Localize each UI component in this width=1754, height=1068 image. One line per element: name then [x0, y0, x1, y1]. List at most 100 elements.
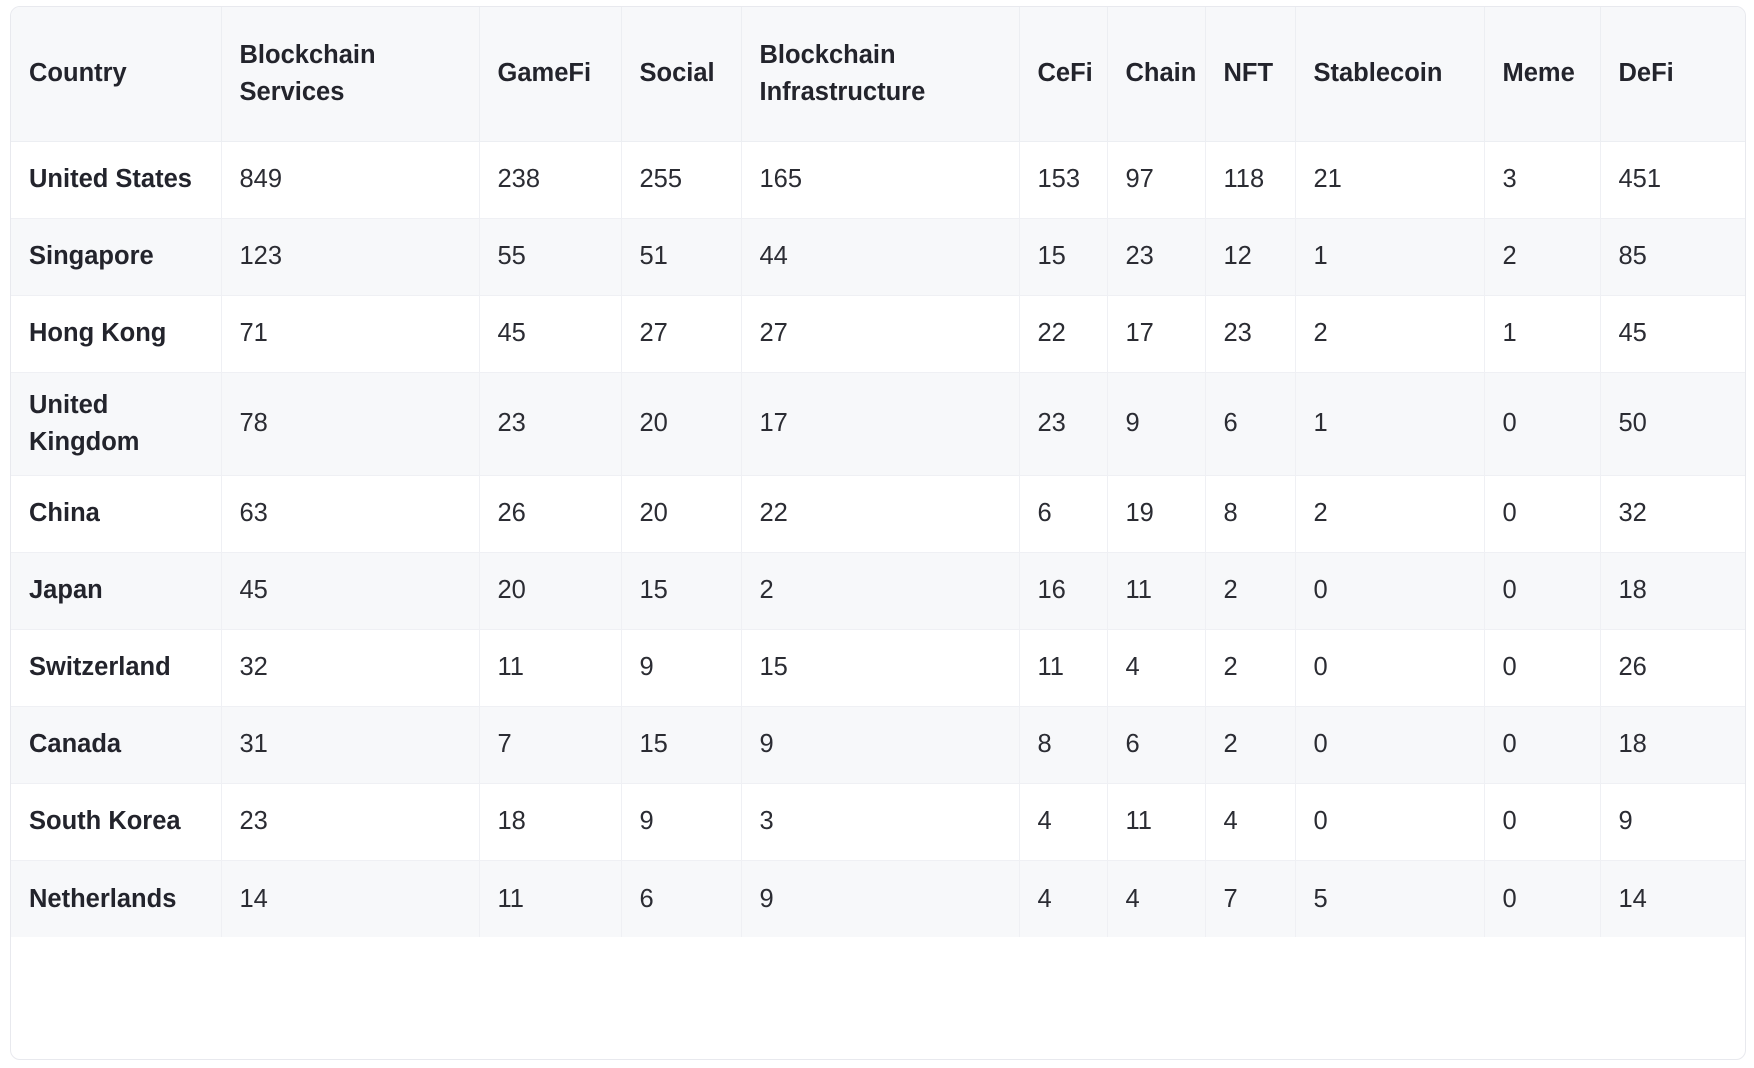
- cell-value: 165: [741, 141, 1020, 219]
- cell-value: 0: [1484, 475, 1601, 553]
- table-row[interactable]: Hong Kong 71 45 27 27 22 17 23 2 1 45: [11, 295, 1745, 373]
- cell-value: 85: [1600, 218, 1745, 296]
- table-row[interactable]: Singapore 123 55 51 44 15 23 12 1 2 85: [11, 218, 1745, 296]
- cell-value: 50: [1600, 372, 1745, 476]
- cell-value: 0: [1295, 629, 1485, 707]
- table-row[interactable]: United Kingdom 78 23 20 17 23 9 6 1 0 50: [11, 372, 1745, 476]
- cell-value: 23: [1205, 295, 1296, 373]
- cell-value: 0: [1295, 706, 1485, 784]
- cell-value: 23: [221, 783, 480, 861]
- cell-value: 18: [479, 783, 622, 861]
- cell-value: 0: [1484, 783, 1601, 861]
- cell-value: 2: [1295, 295, 1485, 373]
- table-row[interactable]: Switzerland 32 11 9 15 11 4 2 0 0 26: [11, 629, 1745, 707]
- cell-value: 78: [221, 372, 480, 476]
- table-row[interactable]: China 63 26 20 22 6 19 8 2 0 32: [11, 475, 1745, 553]
- cell-value: 27: [741, 295, 1020, 373]
- cell-value: 9: [741, 860, 1020, 938]
- cell-value: 27: [621, 295, 742, 373]
- cell-value: 11: [479, 860, 622, 938]
- column-header-country[interactable]: Country: [11, 7, 222, 142]
- column-header-blockchain-infrastructure[interactable]: Blockchain Infrastructure: [741, 7, 1020, 142]
- column-header-chain[interactable]: Chain: [1107, 7, 1206, 142]
- cell-value: 11: [1107, 552, 1206, 630]
- cell-value: 16: [1019, 552, 1108, 630]
- cell-value: 71: [221, 295, 480, 373]
- table-row[interactable]: Japan 45 20 15 2 16 11 2 0 0 18: [11, 552, 1745, 630]
- cell-value: 6: [621, 860, 742, 938]
- cell-value: 7: [479, 706, 622, 784]
- column-header-social[interactable]: Social: [621, 7, 742, 142]
- cell-value: 1: [1295, 372, 1485, 476]
- cell-value: 15: [621, 706, 742, 784]
- cell-value: 44: [741, 218, 1020, 296]
- cell-country: Canada: [11, 706, 222, 784]
- table-header: Country Blockchain Services GameFi Socia…: [11, 7, 1745, 142]
- cell-value: 849: [221, 141, 480, 219]
- cell-value: 8: [1019, 706, 1108, 784]
- cell-value: 2: [741, 552, 1020, 630]
- column-header-defi[interactable]: DeFi: [1600, 7, 1745, 142]
- cell-value: 4: [1107, 860, 1206, 938]
- cell-value: 2: [1484, 218, 1601, 296]
- cell-country: China: [11, 475, 222, 553]
- cell-value: 97: [1107, 141, 1206, 219]
- cell-value: 9: [621, 629, 742, 707]
- cell-value: 51: [621, 218, 742, 296]
- cell-value: 9: [621, 783, 742, 861]
- cell-value: 12: [1205, 218, 1296, 296]
- cell-value: 8: [1205, 475, 1296, 553]
- cell-value: 23: [479, 372, 622, 476]
- cell-value: 14: [1618, 884, 1647, 913]
- cell-value: 255: [621, 141, 742, 219]
- cell-value: 4: [1205, 783, 1296, 861]
- column-header-meme[interactable]: Meme: [1484, 7, 1601, 142]
- column-header-nft[interactable]: NFT: [1205, 7, 1296, 142]
- cell-country: United States: [11, 141, 222, 219]
- cell-value: 18: [1600, 552, 1745, 630]
- cell-value: 31: [221, 706, 480, 784]
- cell-value: 22: [1019, 295, 1108, 373]
- cell-value: 11: [1107, 783, 1206, 861]
- cell-country: Netherlands: [11, 860, 222, 938]
- cell-value: 4: [1019, 783, 1108, 861]
- cell-value: 20: [621, 475, 742, 553]
- cell-country: Japan: [11, 552, 222, 630]
- cell-country: Singapore: [11, 218, 222, 296]
- cell-country: United Kingdom: [11, 372, 222, 476]
- table-row[interactable]: Canada 31 7 15 9 8 6 2 0 0 18: [11, 706, 1745, 784]
- cell-value: 21: [1295, 141, 1485, 219]
- column-header-blockchain-services[interactable]: Blockchain Services: [221, 7, 480, 142]
- cell-value: 26: [1600, 629, 1745, 707]
- cell-value: 32: [221, 629, 480, 707]
- country-category-table: Country Blockchain Services GameFi Socia…: [11, 7, 1745, 938]
- cell-value: 17: [1107, 295, 1206, 373]
- cell-value: 14: [221, 860, 480, 938]
- cell-value: 18: [1600, 706, 1745, 784]
- cell-value: 45: [479, 295, 622, 373]
- cell-value: 0: [1484, 706, 1601, 784]
- column-header-stablecoin[interactable]: Stablecoin: [1295, 7, 1485, 142]
- table-row[interactable]: Netherlands 14 11 6 9 4 4 7 5 0 14: [11, 860, 1745, 938]
- cell-value: 23: [1107, 218, 1206, 296]
- cell-value: 0: [1484, 860, 1601, 938]
- cell-value: 7: [1205, 860, 1296, 938]
- cell-value: 9: [741, 706, 1020, 784]
- table-row[interactable]: United States 849 238 255 165 153 97 118 21 3 451: [11, 141, 1745, 219]
- cell-value: 0: [1484, 629, 1601, 707]
- table-row[interactable]: South Korea 23 18 9 3 4 11 4 0 0 9: [11, 783, 1745, 861]
- cell-value: 0: [1295, 783, 1485, 861]
- cell-country: Hong Kong: [11, 295, 222, 373]
- column-header-gamefi[interactable]: GameFi: [479, 7, 622, 142]
- cell-value: 9: [1107, 372, 1206, 476]
- cell-value: 17: [741, 372, 1020, 476]
- cell-value: 0: [1484, 552, 1601, 630]
- cell-value: 118: [1205, 141, 1296, 219]
- cell-value: 45: [1600, 295, 1745, 373]
- cell-value: 19: [1107, 475, 1206, 553]
- cell-value: 11: [479, 629, 622, 707]
- cell-value: 6: [1205, 372, 1296, 476]
- cell-value: 15: [741, 629, 1020, 707]
- column-header-cefi[interactable]: CeFi: [1019, 7, 1108, 142]
- page-root: Country Blockchain Services GameFi Socia…: [0, 0, 1754, 1068]
